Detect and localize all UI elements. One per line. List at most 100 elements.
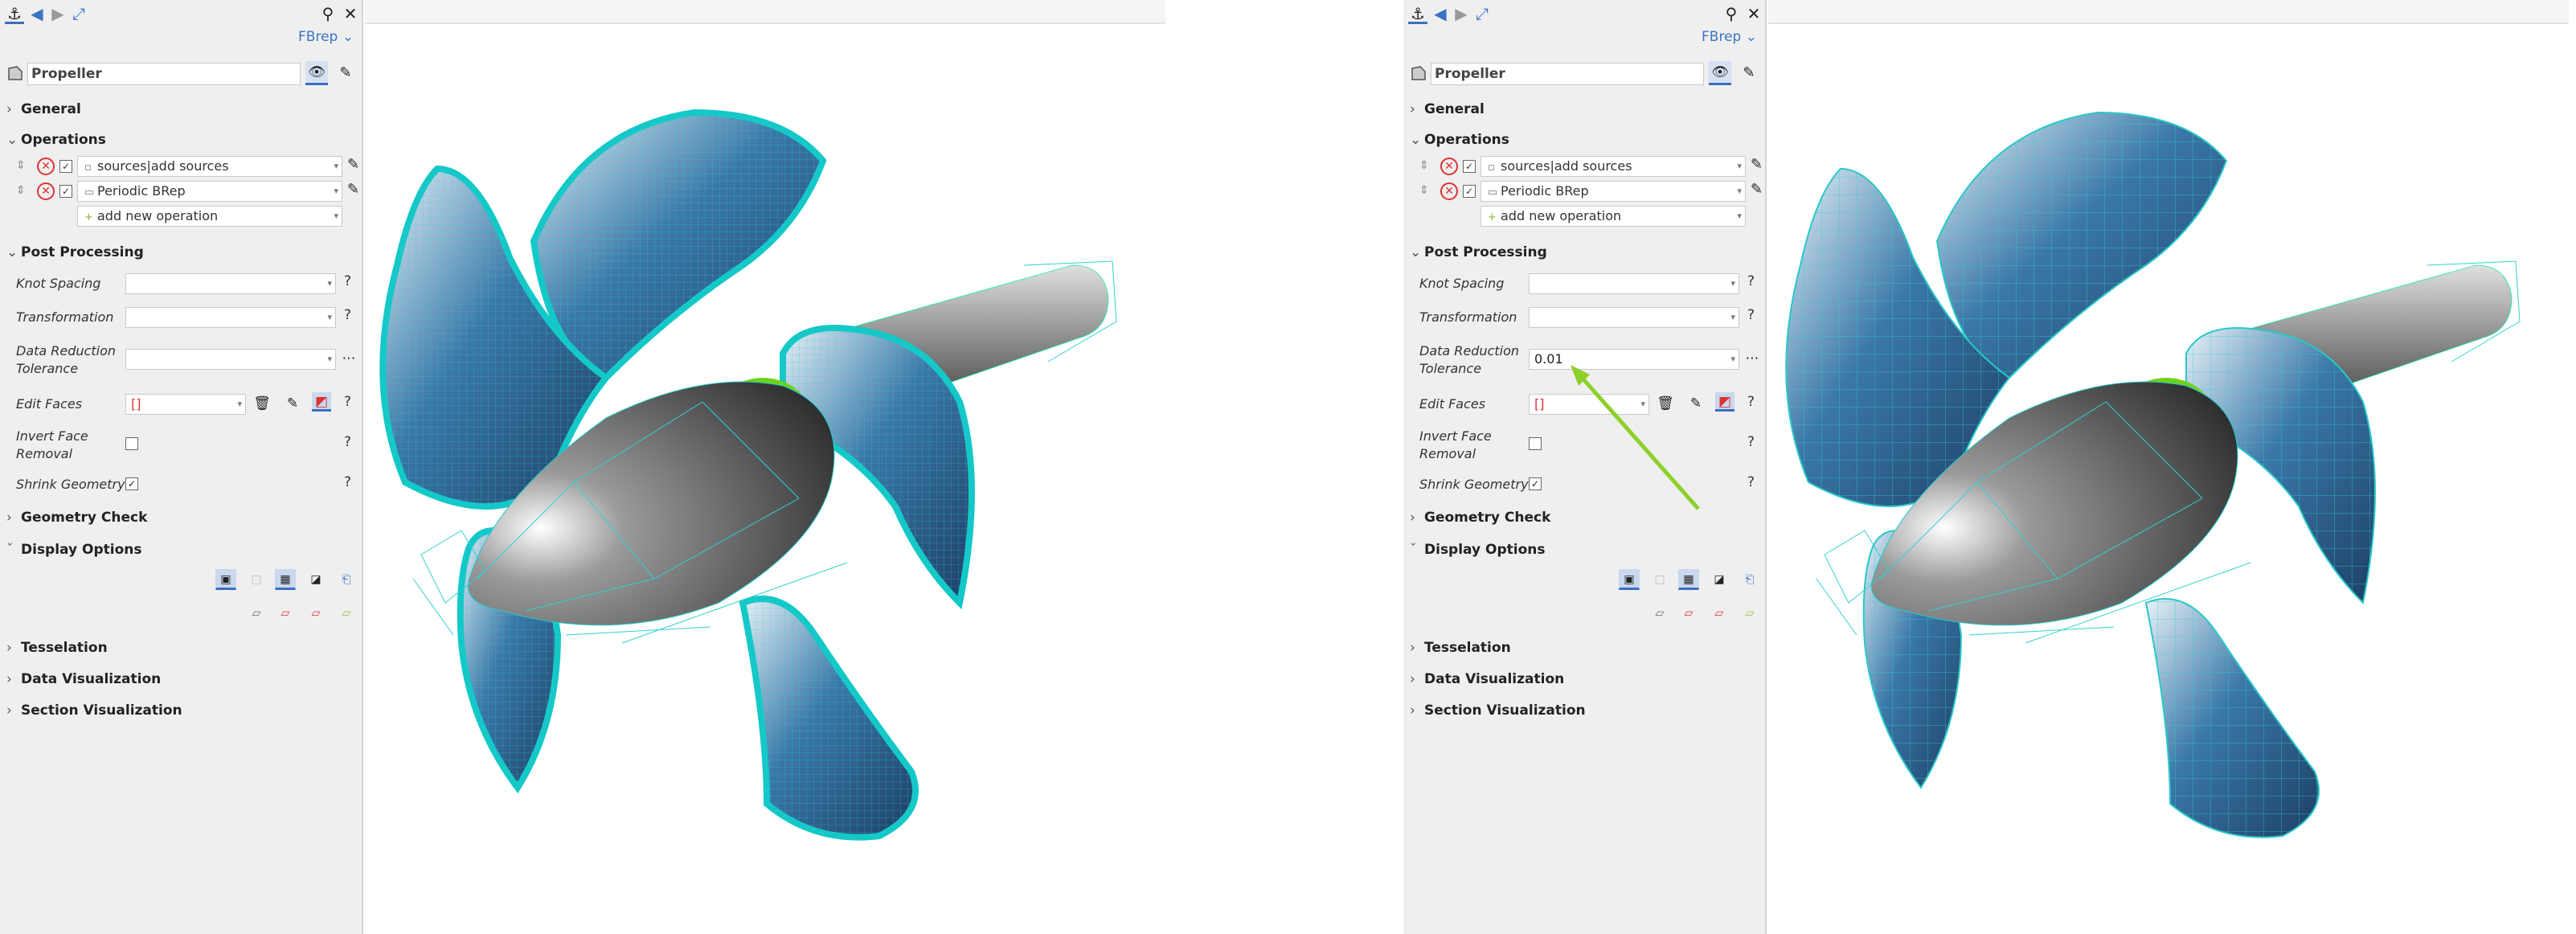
pencil-icon[interactable]: ✎ — [283, 394, 302, 413]
annotation-arrow — [1571, 365, 1700, 510]
help-icon[interactable]: ? — [344, 474, 351, 490]
face-green-icon[interactable]: ▱ — [1739, 603, 1760, 624]
edit-operation-icon[interactable]: ✎ — [347, 181, 359, 198]
display-wire-icon[interactable]: ▦ — [1678, 569, 1699, 590]
section-label: Geometry Check — [21, 510, 148, 526]
display-hidden-icon[interactable]: ▢ — [246, 569, 267, 590]
chevron-right-icon: › — [6, 703, 12, 719]
more-options-icon[interactable]: ⋯ — [339, 349, 358, 368]
section-label: Data Visualization — [1424, 671, 1565, 687]
help-icon[interactable]: ? — [344, 434, 351, 450]
section-label: Post Processing — [21, 244, 144, 260]
mode-selector[interactable]: FBrep ⌄ — [298, 29, 354, 45]
screenshot-before: ⚓ ◀ ▶ ⤢ ⚲ ✕ FBrep ⌄ Propeller 👁 ✎ › Gener… — [0, 0, 1165, 934]
face-grey-icon[interactable]: ▱ — [1649, 603, 1670, 624]
face-grey-icon[interactable]: ▱ — [246, 603, 267, 624]
face-green-icon[interactable]: ▱ — [336, 603, 357, 624]
dropdown-arrow-icon: ▾ — [334, 161, 338, 171]
forward-icon[interactable]: ▶ — [48, 3, 68, 24]
propeller-model[interactable] — [365, 0, 1165, 934]
chevron-down-icon: ⌄ — [6, 132, 18, 148]
face-red-alt-icon[interactable]: ▱ — [1709, 603, 1730, 624]
screenshot-after: ⚓ ◀ ▶ ⤢ ⚲ ✕ FBrep ⌄ Propeller 👁 ✎ › Gener… — [1403, 0, 2569, 934]
edit-pencil-icon[interactable]: ✎ — [336, 63, 355, 84]
add-operation-select[interactable]: + add new operation ▾ — [77, 206, 342, 227]
chevron-down-icon: ⌄ — [6, 244, 18, 260]
close-icon[interactable]: ✕ — [341, 3, 360, 24]
propeller-model[interactable] — [1768, 0, 2569, 934]
shrink-geometry-checkbox[interactable]: ✓ — [125, 477, 138, 490]
knot-spacing-field[interactable]: ▾ — [125, 273, 336, 294]
tree-icon[interactable]: ⚓ — [5, 3, 24, 24]
display-shaded-icon[interactable]: ▣ — [1619, 569, 1640, 590]
3d-viewport[interactable] — [365, 0, 1165, 934]
chevron-right-icon: › — [6, 671, 12, 687]
display-hidden-icon[interactable]: ▢ — [1649, 569, 1670, 590]
section-operations[interactable]: ⌄ Operations — [6, 130, 106, 150]
invert-face-removal-checkbox[interactable] — [125, 437, 138, 450]
section-tesselation[interactable]: › Tesselation — [1410, 638, 1511, 657]
drag-handle-icon[interactable]: ⇕ — [16, 184, 26, 197]
chevron-right-icon: › — [1410, 671, 1415, 687]
section-label: Section Visualization — [21, 703, 182, 719]
delete-operation-icon[interactable]: ✕ — [37, 182, 55, 200]
edit-faces-field[interactable]: [] ▾ — [125, 394, 246, 415]
face-red-icon[interactable]: ▱ — [275, 603, 296, 624]
section-display-options[interactable]: ˇ Display Options — [6, 540, 141, 559]
dropdown-arrow-icon: ▾ — [237, 399, 242, 409]
operation-select[interactable]: ▫ sources|add sources ▾ — [77, 156, 342, 177]
operation-select[interactable]: ▭ Periodic BRep ▾ — [77, 181, 342, 202]
brep-icon: ▭ — [84, 186, 95, 199]
delete-operation-icon[interactable]: ✕ — [37, 158, 55, 175]
face-red-alt-icon[interactable]: ▱ — [305, 603, 326, 624]
section-geometry-check[interactable]: › Geometry Check — [6, 508, 147, 527]
blade-top — [1935, 111, 2228, 379]
back-icon[interactable]: ◀ — [27, 3, 47, 24]
properties-panel: ⚓ ◀ ▶ ⤢ ⚲ ✕ FBrep ⌄ Propeller 👁 ✎ › Gener… — [0, 0, 363, 934]
help-icon[interactable]: ? — [344, 394, 351, 410]
display-edges-icon[interactable]: ◪ — [1709, 569, 1730, 590]
drag-handle-icon[interactable]: ⇕ — [16, 159, 26, 172]
object-name-field[interactable]: Propeller — [27, 63, 301, 85]
edit-operation-icon[interactable]: ✎ — [347, 156, 359, 173]
dropdown-arrow-icon: ▾ — [327, 278, 332, 289]
search-icon[interactable]: ⚲ — [318, 3, 338, 24]
trash-icon[interactable]: 🗑 — [252, 394, 272, 413]
3d-viewport[interactable] — [1768, 0, 2569, 934]
chevron-right-icon: › — [1410, 640, 1415, 656]
help-icon[interactable]: ? — [344, 273, 351, 289]
operation-enabled-checkbox[interactable]: ✓ — [59, 185, 72, 198]
section-data-visualization[interactable]: › Data Visualization — [1410, 670, 1564, 689]
display-wire-icon[interactable]: ▦ — [275, 569, 296, 590]
chevron-right-icon: › — [6, 510, 12, 526]
add-operation-label: add new operation — [97, 208, 219, 223]
chevron-right-icon: › — [6, 101, 12, 117]
section-label: General — [21, 101, 81, 117]
display-shaded-icon[interactable]: ▣ — [215, 569, 236, 590]
mode-label: FBrep — [298, 29, 338, 45]
section-tesselation[interactable]: › Tesselation — [6, 638, 108, 657]
fit-view-icon[interactable]: ⤢ — [69, 3, 88, 24]
visibility-eye-icon[interactable]: 👁 — [305, 61, 328, 85]
data-reduction-tolerance-field[interactable]: ▾ — [125, 349, 336, 370]
label-line: Data Reduction — [16, 343, 116, 358]
display-edges-icon[interactable]: ◪ — [305, 569, 326, 590]
blade-bottom — [739, 596, 919, 841]
section-post-processing[interactable]: ⌄ Post Processing — [6, 243, 144, 262]
help-icon[interactable]: ? — [344, 307, 351, 323]
transformation-field[interactable]: ▾ — [125, 307, 336, 328]
shrink-geometry-label: Shrink Geometry — [16, 477, 125, 492]
display-export-icon[interactable]: ⎗ — [1739, 569, 1760, 590]
operation-enabled-checkbox[interactable]: ✓ — [59, 160, 72, 173]
section-general[interactable]: › General — [6, 100, 81, 119]
face-red-icon[interactable]: ▱ — [1678, 603, 1699, 624]
dropdown-arrow-icon: ▾ — [327, 354, 332, 364]
source-icon: ▫ — [84, 162, 92, 174]
blade-bottom — [2144, 598, 2320, 838]
section-label: Tesselation — [1424, 640, 1511, 656]
display-export-icon[interactable]: ⎗ — [336, 569, 357, 590]
face-select-icon[interactable]: ◩ — [312, 392, 331, 412]
section-section-visualization[interactable]: › Section Visualization — [1410, 701, 1586, 720]
section-section-visualization[interactable]: › Section Visualization — [6, 701, 182, 720]
section-data-visualization[interactable]: › Data Visualization — [6, 670, 161, 689]
